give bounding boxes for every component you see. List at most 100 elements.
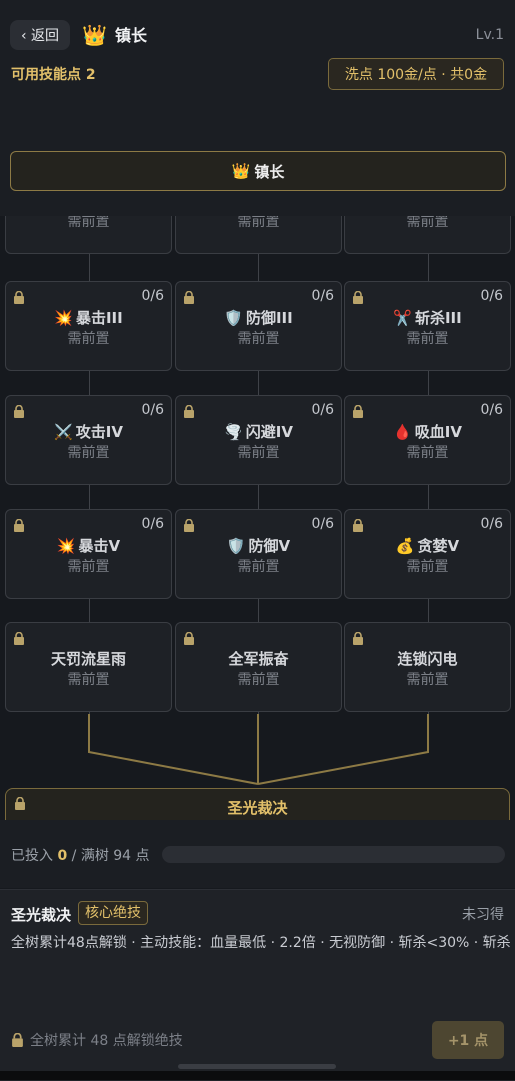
lock-icon [13,403,25,418]
back-button[interactable]: ‹ 返回 [10,20,70,50]
ultimate-name: 圣光裁决 [227,799,288,817]
detail-title: 圣光裁决 [11,906,72,924]
skill-name-text: 防御III [245,309,293,327]
respec-label: 洗点 100金/点 · 共0金 [344,67,488,83]
tree-progress: 已投入 0 / 满树 94 点 [0,820,515,888]
skill-level-count: 0/6 [141,402,164,418]
lock-icon [183,630,195,645]
connector-line [258,599,259,622]
skill-name-text: 连锁闪电 [397,650,458,668]
lock-icon [183,289,195,304]
skill-name-text: 闪避IV [245,423,293,441]
available-points: 可用技能点 2 [11,67,96,83]
invested-points: 0 [57,848,68,864]
connector-line [428,254,429,281]
prerequisite-label: 需前置 [406,331,449,347]
skill-icon: 🌪️ [224,423,243,441]
progress-suffix: / 满树 94 点 [71,848,150,864]
skill-level-count: 0/6 [480,288,503,304]
skill-icon: ✂️ [393,309,412,327]
skill-description: 全树累计48点解锁 · 主动技能：血量最低 · 2.2倍 · 无视防御 · 斩杀… [11,935,511,951]
connector-line [428,485,429,509]
ultimate-connector [88,714,429,785]
skill-node[interactable]: 0/6 ⚔️ 攻击IV 需前置 [5,395,172,485]
skill-icon: 🛡️ [224,309,243,327]
skill-name: 🩸 吸血IV [345,421,510,442]
lock-icon [352,403,364,418]
bottom-strip [0,1071,515,1080]
skill-name-text: 防御V [248,537,291,555]
skill-name: 🛡️ 防御III [176,307,341,328]
progress-prefix: 已投入 [11,848,53,864]
skill-icon: 🛡️ [226,537,246,555]
skill-node[interactable]: 连锁闪电 需前置 [344,622,511,712]
skill-node[interactable]: 0/6 💥 暴击V 需前置 [5,509,172,599]
skill-node[interactable]: 天罚流星雨 需前置 [5,622,172,712]
prerequisite-label: 需前置 [237,559,280,575]
skill-name-text: 全军振奋 [228,650,289,668]
skill-node[interactable]: 0/6 🩸 吸血IV 需前置 [344,395,511,485]
prerequisite-label: 需前置 [237,672,280,688]
prerequisite-label: 需前置 [67,559,110,575]
skill-tree[interactable]: 需前置 需前置 需前置 0/6 💥 暴击III 需前置 0/6 🛡️ 防御III 需前置 0/6 ✂️… [0,124,515,820]
skill-icon: ⚔️ [54,423,73,441]
skill-node[interactable]: 全军振奋 需前置 [175,622,342,712]
ultimate-node[interactable]: 圣光裁决 [5,788,510,820]
skill-node[interactable]: 0/6 🛡️ 防御V 需前置 [175,509,342,599]
skill-level-count: 0/6 [311,516,334,532]
skill-level-count: 0/6 [311,402,334,418]
skill-name-text: 暴击V [78,537,121,555]
skill-name-text: 贪婪V [417,537,460,555]
skill-detail-panel: 圣光裁决 核心绝技 未习得 全树累计48点解锁 · 主动技能：血量最低 · 2.… [0,889,515,1081]
skill-node[interactable]: 0/6 💰 贪婪V 需前置 [344,509,511,599]
lock-icon [183,517,195,532]
root-label: 镇长 [254,162,285,181]
skill-icon: 🩸 [393,423,412,441]
back-button-label: ‹ 返回 [20,28,60,44]
connector-line [89,254,90,281]
prerequisite-label: 需前置 [67,445,110,461]
skill-level-count: 0/6 [141,516,164,532]
skill-name: 💰 贪婪V [345,535,510,556]
skill-name: 连锁闪电 [345,648,510,669]
learn-status: 未习得 [462,907,504,923]
lock-icon [13,517,25,532]
skill-name: 天罚流星雨 [6,648,171,669]
skill-name-text: 暴击III [75,309,123,327]
skill-icon: 💥 [54,309,73,327]
connector-line [428,599,429,622]
skill-node[interactable]: 0/6 🌪️ 闪避IV 需前置 [175,395,342,485]
lock-icon [352,517,364,532]
home-indicator[interactable] [178,1064,336,1069]
skill-node[interactable]: 0/6 💥 暴击III 需前置 [5,281,172,371]
skill-icon: 💰 [395,537,415,555]
prerequisite-label: 需前置 [237,445,280,461]
add-point-button[interactable]: +1 点 [432,1021,504,1059]
unlock-hint: 全树累计 48 点解锁绝技 [11,1030,183,1050]
skill-node[interactable]: 0/6 🛡️ 防御III 需前置 [175,281,342,371]
header: ‹ 返回 👑 镇长 Lv.1 可用技能点 2 洗点 100金/点 · 共0金 [0,0,515,124]
skill-name: ✂️ 斩杀III [345,307,510,328]
skill-level-count: 0/6 [141,288,164,304]
connector-line [89,485,90,509]
skill-name: ⚔️ 攻击IV [6,421,171,442]
prerequisite-label: 需前置 [237,331,280,347]
crown-icon: 👑 [82,23,107,47]
lock-icon [13,289,25,304]
root-node[interactable]: 👑 镇长 [10,151,506,191]
skill-name-text: 斩杀III [414,309,462,327]
lock-icon [12,1033,23,1047]
level-label: Lv.1 [475,27,504,43]
progress-bar [162,846,505,863]
respec-button[interactable]: 洗点 100金/点 · 共0金 [328,58,504,90]
progress-label: 已投入 0 / 满树 94 点 [11,845,150,865]
skill-level-count: 0/6 [480,516,503,532]
connector-line [89,599,90,622]
skill-name-text: 天罚流星雨 [50,650,126,668]
skill-name: 💥 暴击III [6,307,171,328]
skill-node[interactable]: 0/6 ✂️ 斩杀III 需前置 [344,281,511,371]
prerequisite-label: 需前置 [406,445,449,461]
skill-name: 🛡️ 防御V [176,535,341,556]
page-title: 镇长 [115,26,148,45]
prerequisite-label: 需前置 [67,331,110,347]
